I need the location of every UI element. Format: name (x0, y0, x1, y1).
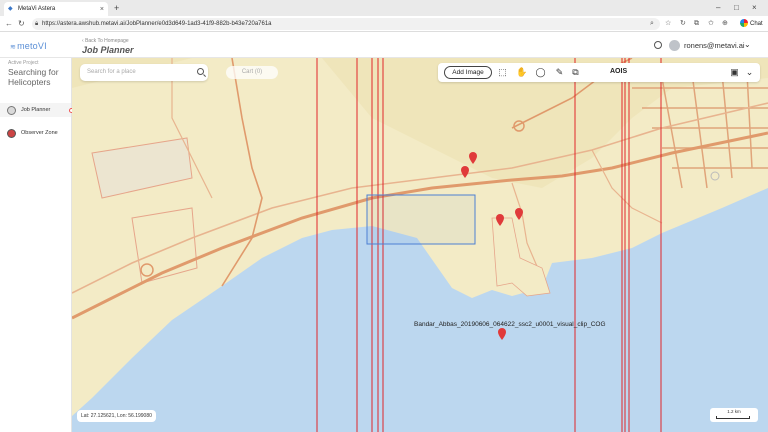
lock-icon[interactable]: 🔒︎ (35, 18, 38, 30)
browser-window: ◆ MetaVi Astera × + – □ × ← ↻ 🔒︎ https:/… (0, 0, 768, 432)
place-search-input[interactable]: Search for a place (80, 64, 208, 81)
zoom-icon[interactable]: ⌕ (650, 18, 654, 30)
chevron-down-icon[interactable]: ⌄ (744, 67, 755, 78)
sidebar-item-job-planner[interactable]: Job Planner (0, 103, 71, 117)
project-name: Searching for Helicopters (8, 67, 59, 87)
search-placeholder: Search for a place (87, 69, 136, 75)
favorites-icon[interactable]: ✩ (708, 18, 714, 30)
layers-icon[interactable]: ⧉ (570, 67, 581, 78)
job-planner-icon (7, 105, 16, 115)
map-settings-icon[interactable]: ▣ (729, 67, 740, 78)
location-pin-icon (498, 328, 506, 340)
theme-icon[interactable] (654, 41, 662, 49)
cart-button[interactable]: Cart (0) (226, 66, 278, 79)
refresh-icon[interactable]: ↻ (18, 18, 25, 30)
url-text: https://astera.awshub.metavi.ai/JobPlann… (42, 21, 272, 27)
map-canvas[interactable] (72, 58, 768, 432)
add-image-button[interactable]: Add Image (444, 66, 492, 79)
scale-ruler (716, 416, 750, 419)
address-bar-row: ← ↻ 🔒︎ https://astera.awshub.metavi.ai/J… (0, 16, 768, 32)
extensions-icon[interactable]: ⧉ (694, 18, 699, 30)
browser-tab[interactable]: ◆ MetaVi Astera × (4, 2, 108, 16)
chat-label: Chat (750, 21, 763, 27)
aois-label: AOIS (610, 68, 628, 75)
select-cursor-icon[interactable]: ⬚ (497, 67, 508, 78)
back-icon[interactable]: ← (5, 18, 13, 30)
page-title: Job Planner (82, 45, 134, 55)
sidebar-item-observer-zone[interactable]: Observer Zone (0, 126, 71, 140)
logo-text: metoVI (17, 41, 47, 51)
app-header: ≋metoVI ‹ Back To Homepage Job Planner r… (0, 33, 768, 58)
lasso-icon[interactable]: ◯ (535, 67, 546, 78)
maximize-icon[interactable]: □ (734, 2, 739, 14)
image-label: Bandar_Abbas_20190606_064622_ssc2_u0001_… (414, 321, 606, 328)
url-field[interactable]: 🔒︎ https://astera.awshub.metavi.ai/JobPl… (32, 18, 660, 30)
close-window-icon[interactable]: × (752, 2, 757, 14)
user-email[interactable]: ronens@metavi.ai (684, 41, 745, 50)
coordinate-readout: Lat: 27.125621, Lon: 56.199080 (77, 410, 156, 422)
metavi-logo[interactable]: ≋metoVI (10, 41, 47, 51)
copilot-icon (740, 19, 748, 28)
project-label: Active Project (8, 60, 39, 66)
metavi-favicon: ◆ (8, 6, 13, 12)
chat-button[interactable]: Chat (740, 19, 763, 29)
draw-pen-icon[interactable]: ✎ (554, 67, 565, 78)
new-tab-button[interactable]: + (114, 2, 119, 14)
map-toolbar: Add Image ⬚ ✋ ◯ ✎ ⧉ AOIS ▣ ⌄ (438, 63, 760, 82)
chevron-down-icon[interactable]: ⌄ (744, 40, 751, 49)
close-tab-icon[interactable]: × (100, 6, 104, 13)
tab-strip: ◆ MetaVi Astera × + – □ × (0, 0, 768, 16)
back-to-homepage-link[interactable]: ‹ Back To Homepage (82, 38, 129, 44)
scale-label: 1.2 km (727, 409, 741, 414)
observer-icon (7, 128, 16, 138)
sidebar-item-label: Job Planner (21, 107, 51, 113)
avatar[interactable] (669, 40, 680, 51)
collections-icon[interactable]: ⊕ (722, 18, 728, 30)
sidebar: Active Project Searching for Helicopters… (0, 58, 74, 432)
aoi-rectangle[interactable] (366, 194, 476, 245)
map-layer[interactable] (72, 58, 768, 432)
favorite-star-icon[interactable]: ☆ (665, 18, 671, 30)
tab-title: MetaVi Astera (18, 6, 56, 12)
search-icon[interactable] (197, 68, 204, 75)
minimize-icon[interactable]: – (716, 2, 720, 14)
logo-mark-icon: ≋ (10, 44, 17, 51)
scale-bar: 1.2 km (710, 408, 758, 422)
refresh-page-icon[interactable]: ↻ (680, 18, 686, 30)
pan-hand-icon[interactable]: ✋ (516, 67, 527, 78)
sidebar-item-label: Observer Zone (21, 130, 58, 136)
back-link-label: Back To Homepage (85, 38, 129, 44)
